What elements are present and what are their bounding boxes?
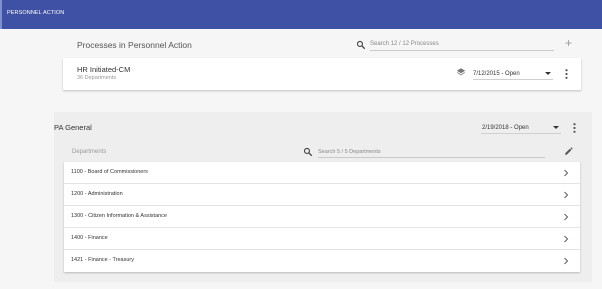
more-vert-icon[interactable] <box>573 123 576 133</box>
department-row[interactable]: 1300 - Citizen Information & Assistance <box>64 206 580 228</box>
chevron-down-icon <box>553 126 559 129</box>
department-name: 1200 - Administration <box>71 191 123 197</box>
department-name: 1400 - Finance <box>71 235 108 241</box>
process-version-select[interactable]: 7/12/2015 - Open <box>473 67 553 80</box>
process-version-value: 7/12/2015 - Open <box>473 71 520 77</box>
department-row[interactable]: 1421 - Finance - Treasury <box>64 250 580 272</box>
layers-icon <box>456 68 466 76</box>
process-card[interactable]: HR Initiated-CM 36 Departments 7/12/2015… <box>63 58 581 90</box>
chevron-right-icon <box>564 191 569 199</box>
department-row[interactable]: 1100 - Board of Commissioners <box>64 162 580 184</box>
pa-general-version-value: 2/19/2018 - Open <box>482 125 529 131</box>
search-icon <box>303 147 313 157</box>
chevron-right-icon <box>564 235 569 243</box>
pa-general-panel: PA General 2/19/2018 - Open Departments … <box>54 112 592 282</box>
departments-list: 1100 - Board of Commissioners 1200 - Adm… <box>64 162 580 272</box>
department-name: 1300 - Citizen Information & Assistance <box>71 213 167 219</box>
process-departments-count: 36 Departments <box>77 75 117 81</box>
department-row[interactable]: 1200 - Administration <box>64 184 580 206</box>
process-name: HR Initiated-CM <box>77 65 131 74</box>
more-vert-icon[interactable] <box>565 69 568 79</box>
topbar-accent <box>0 0 2 29</box>
department-name: 1100 - Board of Commissioners <box>71 169 148 175</box>
pa-general-title: PA General <box>54 123 92 132</box>
plus-icon[interactable]: + <box>565 37 572 49</box>
search-icon <box>356 40 366 50</box>
chevron-right-icon <box>564 257 569 265</box>
department-row[interactable]: 1400 - Finance <box>64 228 580 250</box>
chevron-down-icon <box>545 72 551 75</box>
edit-pencil-icon[interactable] <box>564 146 574 156</box>
chevron-right-icon <box>564 169 569 177</box>
departments-search-placeholder: Search 5 / 5 Departments <box>318 149 381 155</box>
departments-label: Departments <box>72 149 107 155</box>
processes-search-placeholder: Search 12 / 12 Processes <box>370 41 439 47</box>
pa-general-version-select[interactable]: 2/19/2018 - Open <box>481 121 561 134</box>
chevron-right-icon <box>564 213 569 221</box>
departments-search-input[interactable]: Search 5 / 5 Departments <box>318 147 545 158</box>
processes-heading: Processes in Personnel Action <box>77 40 192 50</box>
department-name: 1421 - Finance - Treasury <box>71 257 134 263</box>
top-app-bar: PERSONNEL ACTION <box>0 0 602 29</box>
app-title: PERSONNEL ACTION <box>7 10 65 16</box>
processes-header: Processes in Personnel Action Search 12 … <box>77 36 581 56</box>
processes-search-input[interactable]: Search 12 / 12 Processes <box>370 39 554 51</box>
